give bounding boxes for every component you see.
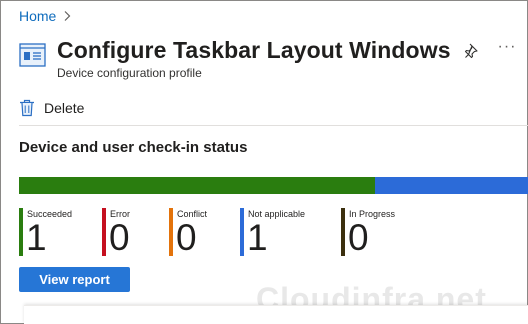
view-report-button[interactable]: View report <box>19 267 130 292</box>
status-color-bar <box>240 208 244 256</box>
status-color-bar <box>19 208 23 256</box>
status-color-bar <box>102 208 106 256</box>
delete-label: Delete <box>44 100 85 116</box>
status-segment-succeeded <box>19 177 376 194</box>
page-subtitle: Device configuration profile <box>57 66 202 80</box>
chevron-right-icon <box>64 11 71 21</box>
check-in-status-bar <box>19 177 528 194</box>
breadcrumb: Home <box>19 8 71 24</box>
status-count: 0 <box>109 217 130 258</box>
status-color-bar <box>169 208 173 256</box>
pin-icon[interactable] <box>462 41 482 61</box>
content-card <box>24 305 528 324</box>
page-title: Configure Taskbar Layout Windows <box>57 37 451 63</box>
breadcrumb-home-link[interactable]: Home <box>19 8 56 24</box>
status-count: 1 <box>247 217 268 258</box>
status-item-succeeded[interactable]: Succeeded 1 <box>19 208 72 256</box>
status-item-not-applicable[interactable]: Not applicable 1 <box>240 208 305 256</box>
status-count: 0 <box>348 217 369 258</box>
section-title: Device and user check-in status <box>19 139 248 156</box>
status-count: 1 <box>26 217 47 258</box>
toolbar-divider <box>19 125 528 126</box>
device-configuration-icon <box>19 43 46 67</box>
status-item-error[interactable]: Error 0 <box>102 208 130 256</box>
status-item-in-progress[interactable]: In Progress 0 <box>341 208 395 256</box>
status-color-bar <box>341 208 345 256</box>
trash-icon <box>20 99 34 117</box>
more-options-button[interactable]: ··· <box>495 39 519 60</box>
delete-button[interactable]: Delete <box>19 96 84 120</box>
status-segment-not-applicable <box>375 177 528 194</box>
status-item-conflict[interactable]: Conflict 0 <box>169 208 207 256</box>
page-header: Configure Taskbar Layout Windows Device … <box>19 37 528 86</box>
status-count: 0 <box>176 217 197 258</box>
